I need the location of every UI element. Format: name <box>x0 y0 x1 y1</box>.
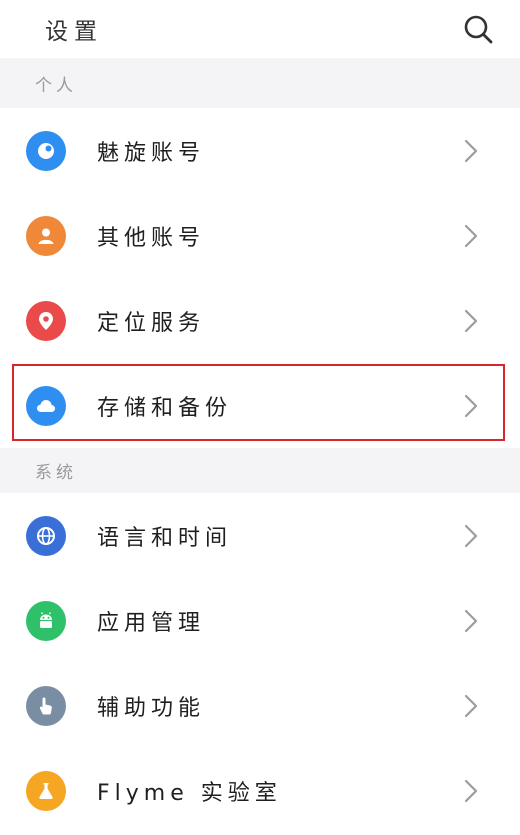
chevron-right-icon <box>464 694 478 717</box>
settings-item-label: 语言和时间 <box>97 525 233 551</box>
settings-item-meizu-account[interactable]: 魅旋账号 <box>0 108 520 193</box>
settings-item-language-time[interactable]: 语言和时间 <box>0 493 520 578</box>
settings-item-label: 存储和备份 <box>97 395 233 421</box>
chevron-right-icon <box>464 309 478 332</box>
settings-item-app-management[interactable]: 应用管理 <box>0 578 520 663</box>
app-header: 设置 <box>0 0 520 58</box>
chevron-right-icon <box>464 609 478 632</box>
settings-item-label: 辅助功能 <box>97 695 206 721</box>
hand-pointer-icon <box>26 685 66 726</box>
chevron-right-icon <box>464 394 478 417</box>
person-icon <box>26 215 66 256</box>
settings-item-storage-backup[interactable]: 存储和备份 <box>0 363 520 448</box>
chevron-right-icon <box>464 779 478 802</box>
cloud-icon <box>26 385 66 426</box>
flask-icon <box>26 770 66 811</box>
chevron-right-icon <box>464 524 478 547</box>
section-header-personal: 个人 <box>0 58 520 108</box>
settings-item-accessibility[interactable]: 辅助功能 <box>0 663 520 748</box>
settings-item-label: 应用管理 <box>97 610 206 636</box>
section-header-system: 系统 <box>0 448 520 493</box>
globe-icon <box>26 515 66 556</box>
search-icon[interactable] <box>462 13 494 45</box>
settings-item-label: 其他账号 <box>97 225 206 251</box>
chevron-right-icon <box>464 139 478 162</box>
settings-item-flyme-lab[interactable]: Flyme 实验室 <box>0 748 520 833</box>
highlight-box <box>12 364 505 441</box>
settings-item-label: 定位服务 <box>97 310 206 336</box>
settings-item-label: Flyme 实验室 <box>97 780 282 806</box>
page-title: 设置 <box>45 19 103 45</box>
settings-item-location-services[interactable]: 定位服务 <box>0 278 520 363</box>
chevron-right-icon <box>464 224 478 247</box>
settings-item-other-accounts[interactable]: 其他账号 <box>0 193 520 278</box>
android-icon <box>26 600 66 641</box>
location-pin-icon <box>26 300 66 341</box>
meizu-account-icon <box>26 130 66 171</box>
settings-item-label: 魅旋账号 <box>97 140 206 166</box>
